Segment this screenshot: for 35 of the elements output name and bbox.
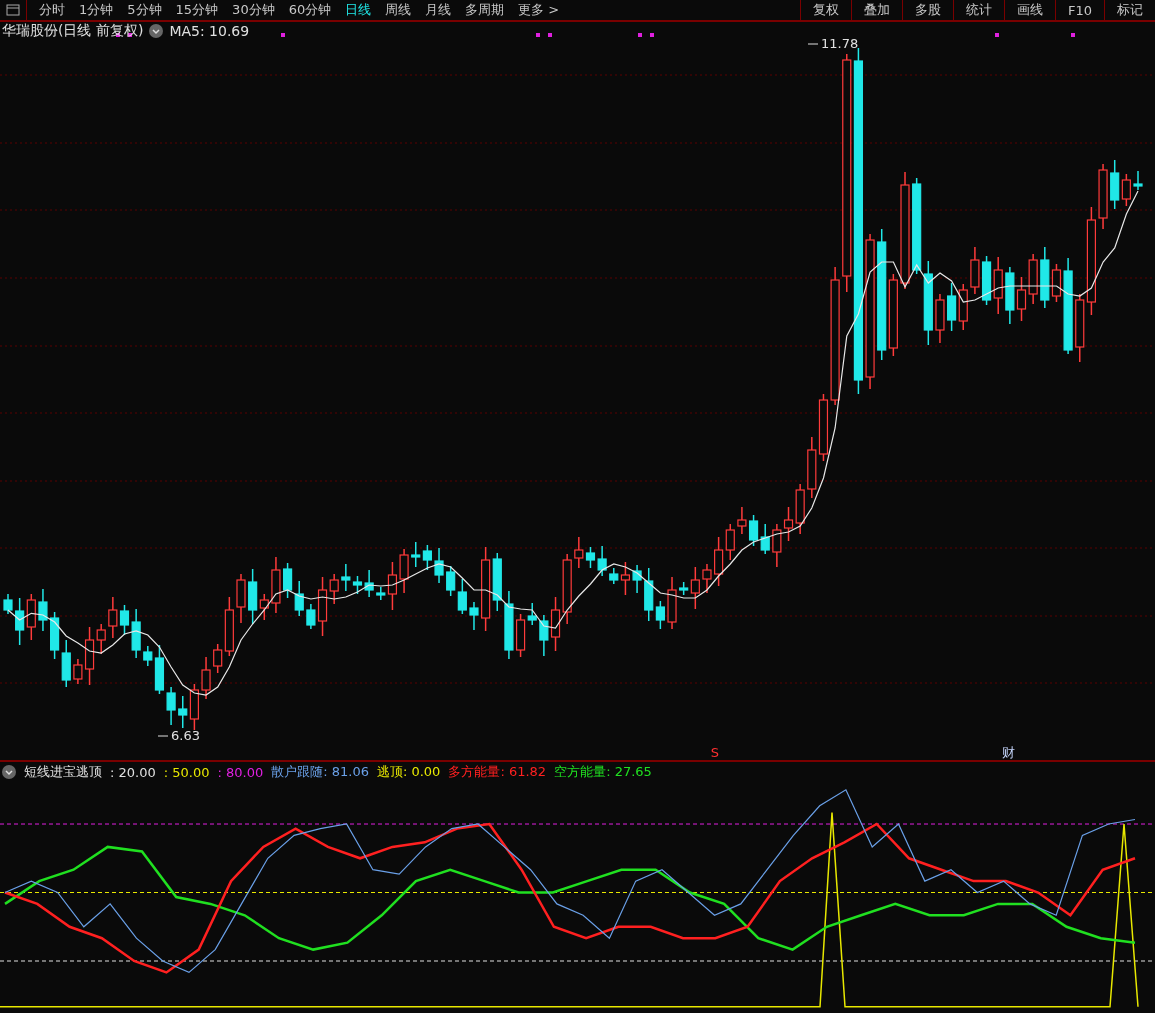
indicator-value: 空方能量: 27.65 [554, 763, 652, 781]
toolbar-button[interactable]: 画线 [1003, 0, 1055, 20]
chart-title: 华瑞股份(日线 前复权) [2, 22, 144, 40]
period-tab[interactable]: 5分钟 [121, 1, 168, 19]
period-tab[interactable]: 多周期 [459, 1, 511, 19]
period-tab[interactable]: 分时 [33, 1, 71, 19]
low-price-label: 6.63 [157, 728, 200, 743]
period-tab[interactable]: 日线 [339, 1, 378, 19]
period-tab[interactable]: 更多 > [512, 1, 566, 19]
period-tab[interactable]: 月线 [419, 1, 458, 19]
toolbar-button[interactable]: 统计 [952, 0, 1004, 20]
toolbar-button[interactable]: 复权 [799, 0, 851, 20]
period-tab[interactable]: 60分钟 [282, 1, 338, 19]
dropdown-icon[interactable] [149, 24, 164, 38]
moving-average-value: MA5: 10.69 [169, 23, 250, 39]
period-tab[interactable]: 周线 [379, 1, 418, 19]
event-marker: 财 [1001, 745, 1015, 760]
dropdown-icon[interactable] [2, 765, 16, 779]
indicator-value: : 50.00 [163, 764, 210, 780]
period-tab[interactable]: 30分钟 [226, 1, 281, 19]
indicator-value: 多方能量: 61.82 [448, 763, 547, 781]
toolbar-button[interactable]: 标记 [1104, 0, 1155, 20]
indicator-value: : 20.00 [110, 764, 156, 780]
period-tab[interactable]: 15分钟 [169, 1, 225, 19]
event-marker: S [710, 745, 720, 760]
window-icon[interactable] [6, 4, 20, 16]
high-price-label: 11.78 [807, 36, 859, 51]
toolbar-button[interactable]: 多股 [901, 0, 953, 20]
period-tab[interactable]: 1分钟 [73, 1, 120, 19]
indicator-name: 短线进宝逃顶 [24, 763, 102, 781]
toolbar-button[interactable]: 叠加 [850, 0, 902, 20]
indicator-value: 逃顶: 0.00 [376, 763, 441, 781]
toolbar-button[interactable]: F10 [1054, 0, 1104, 20]
indicator-value: : 80.00 [217, 764, 264, 780]
indicator-value: 散户跟随: 81.06 [271, 763, 369, 781]
